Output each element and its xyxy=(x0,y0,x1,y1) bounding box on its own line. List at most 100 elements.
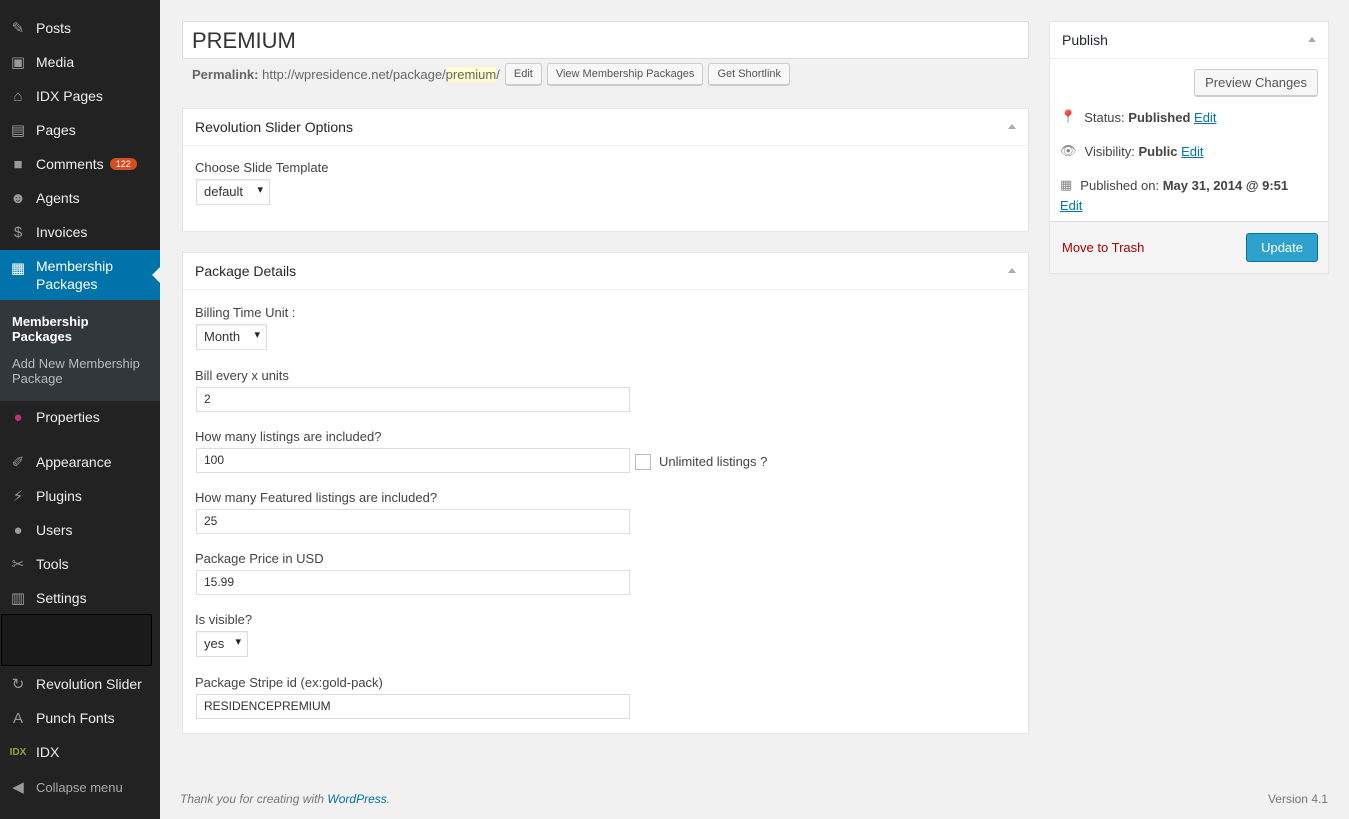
box-title: Publish xyxy=(1062,32,1108,48)
toggle-icon[interactable] xyxy=(1308,37,1316,42)
revolution-slider-box: Revolution Slider Options Choose Slide T… xyxy=(182,108,1029,232)
unlimited-listings-checkbox[interactable] xyxy=(635,454,651,470)
font-icon: A xyxy=(12,709,23,727)
edit-status-link[interactable]: Edit xyxy=(1194,110,1216,125)
sidebar-item-settings[interactable]: ▥ Settings xyxy=(0,581,160,615)
billing-unit-select[interactable]: Month xyxy=(196,324,267,350)
permalink-base: http://wpresidence.net/package/ xyxy=(262,66,446,82)
preview-changes-button[interactable]: Preview Changes xyxy=(1194,69,1318,96)
sidebar-item-appearance[interactable]: ✐ Appearance xyxy=(0,445,160,479)
edit-visibility-link[interactable]: Edit xyxy=(1181,144,1203,159)
comment-icon: ■ xyxy=(13,155,23,173)
sidebar-item-idx-pages[interactable]: ⌂ IDX Pages xyxy=(0,79,160,113)
box-title: Revolution Slider Options xyxy=(195,119,353,135)
idx-icon: IDX xyxy=(9,746,27,758)
sidebar-item-membership-packages[interactable]: ▦ Membership Packages xyxy=(0,250,160,300)
submenu-membership-packages[interactable]: Membership Packages xyxy=(12,314,148,344)
sidebar-item-idx[interactable]: IDX IDX xyxy=(0,735,160,769)
visibility-value: Public xyxy=(1138,143,1178,159)
collapse-icon: ◀ xyxy=(12,779,24,796)
brush-icon: ✐ xyxy=(11,454,25,471)
sidebar-item-revolution-slider[interactable]: ↻ Revolution Slider xyxy=(0,667,160,701)
permalink-label: Permalink: xyxy=(192,66,259,82)
unlimited-listings-label: Unlimited listings ? xyxy=(659,454,768,469)
visibility-label: Visibility: xyxy=(1084,143,1135,159)
footer-text: Thank you for creating with xyxy=(180,792,328,806)
price-label: Package Price in USD xyxy=(195,551,324,566)
bill-every-label: Bill every x units xyxy=(195,368,289,383)
version-text: Version 4.1 xyxy=(1267,792,1328,806)
eye-icon: 👁 xyxy=(1060,143,1077,158)
sidebar-item-properties[interactable]: ● Properties xyxy=(0,400,160,434)
featured-input[interactable]: 25 xyxy=(196,509,630,534)
settings-icon: ▥ xyxy=(10,590,26,607)
bill-every-input[interactable]: 2 xyxy=(196,387,630,412)
sidebar-item-comments[interactable]: ■ Comments 122 xyxy=(0,147,160,181)
permalink-row: Permalink: http://wpresidence.net/packag… xyxy=(192,63,791,85)
box-title: Package Details xyxy=(195,263,297,279)
post-title-input[interactable]: PREMIUM xyxy=(182,21,1029,59)
user-icon: ● xyxy=(13,521,23,539)
permalink-slug: premium xyxy=(445,66,497,82)
sidebar-item-invoices[interactable]: $ Invoices xyxy=(0,215,160,249)
listings-label: How many listings are included? xyxy=(195,429,382,444)
current-arrow xyxy=(144,267,160,283)
move-to-trash-link[interactable]: Move to Trash xyxy=(1062,240,1144,255)
footer-dot: . xyxy=(386,792,391,806)
get-shortlink-button[interactable]: Get Shortlink xyxy=(708,63,791,85)
collapse-menu[interactable]: ◀ Collapse menu xyxy=(0,770,160,804)
toggle-icon[interactable] xyxy=(1008,124,1016,129)
pin-icon: ✎ xyxy=(11,20,25,37)
package-details-box: Package Details Billing Time Unit : Mont… xyxy=(182,252,1029,734)
agents-icon: ☻ xyxy=(10,189,26,207)
stripe-input[interactable]: RESIDENCEPREMIUM xyxy=(196,694,630,719)
invoice-icon: $ xyxy=(13,223,23,241)
listings-input[interactable]: 100 xyxy=(196,448,630,473)
published-date: May 31, 2014 @ 9:51 xyxy=(1162,177,1289,193)
blank-menu-area xyxy=(1,614,152,666)
sidebar-item-agents[interactable]: ☻ Agents xyxy=(0,181,160,215)
pin-icon: 📍 xyxy=(1060,109,1077,124)
status-value: Published xyxy=(1128,109,1191,125)
edit-date-link[interactable]: Edit xyxy=(1060,198,1082,213)
calendar-icon: ▦ xyxy=(10,260,26,277)
refresh-icon: ↻ xyxy=(11,676,25,693)
publish-box: Publish Preview Changes 📍 Status: Publish… xyxy=(1049,21,1329,274)
footer-thanks: Thank you for creating with WordPress. xyxy=(180,792,390,806)
featured-label: How many Featured listings are included? xyxy=(195,490,438,505)
visible-label: Is visible? xyxy=(195,612,253,627)
sidebar-item-tools[interactable]: ✂ Tools xyxy=(0,547,160,581)
slide-template-select[interactable]: default xyxy=(196,179,270,205)
sidebar-item-media[interactable]: ▣ Media xyxy=(0,45,160,79)
plugin-icon: ⚡ xyxy=(12,488,24,505)
media-icon: ▣ xyxy=(10,54,26,71)
sidebar-item-posts[interactable]: ✎ Posts xyxy=(0,11,160,45)
home-icon: ⌂ xyxy=(13,87,23,105)
wrench-icon: ✂ xyxy=(11,556,25,573)
submenu: Membership Packages Add New Membership P… xyxy=(0,300,160,401)
billing-label: Billing Time Unit : xyxy=(195,305,296,320)
published-label: Published on: xyxy=(1080,177,1160,193)
sidebar-item-users[interactable]: ● Users xyxy=(0,513,160,547)
stripe-label: Package Stripe id (ex:gold-pack) xyxy=(195,675,383,690)
edit-permalink-button[interactable]: Edit xyxy=(504,63,542,85)
calendar-icon: ▦ xyxy=(1060,177,1073,192)
box-header: Package Details xyxy=(183,253,1028,290)
visible-select[interactable]: yes xyxy=(196,631,248,657)
price-input[interactable]: 15.99 xyxy=(196,570,630,595)
toggle-icon[interactable] xyxy=(1008,268,1016,273)
slide-template-label: Choose Slide Template xyxy=(195,160,329,175)
permalink-end: / xyxy=(496,66,500,82)
sidebar-item-punch-fonts[interactable]: A Punch Fonts xyxy=(0,701,160,735)
publish-actions: Move to Trash Update xyxy=(1050,221,1328,273)
wordpress-link[interactable]: WordPress xyxy=(327,792,386,806)
box-header: Revolution Slider Options xyxy=(183,109,1028,146)
sidebar-item-plugins[interactable]: ⚡ Plugins xyxy=(0,479,160,513)
sidebar-item-pages[interactable]: ▤ Pages xyxy=(0,113,160,147)
admin-sidebar: ✎ Posts ▣ Media ⌂ IDX Pages ▤ Pages ■ Comment… xyxy=(0,0,160,819)
status-label: Status: xyxy=(1084,109,1125,125)
box-header: Publish xyxy=(1050,22,1328,59)
view-packages-button[interactable]: View Membership Packages xyxy=(546,63,704,85)
update-button[interactable]: Update xyxy=(1246,233,1318,262)
submenu-add-new[interactable]: Add New Membership Package xyxy=(12,356,148,386)
